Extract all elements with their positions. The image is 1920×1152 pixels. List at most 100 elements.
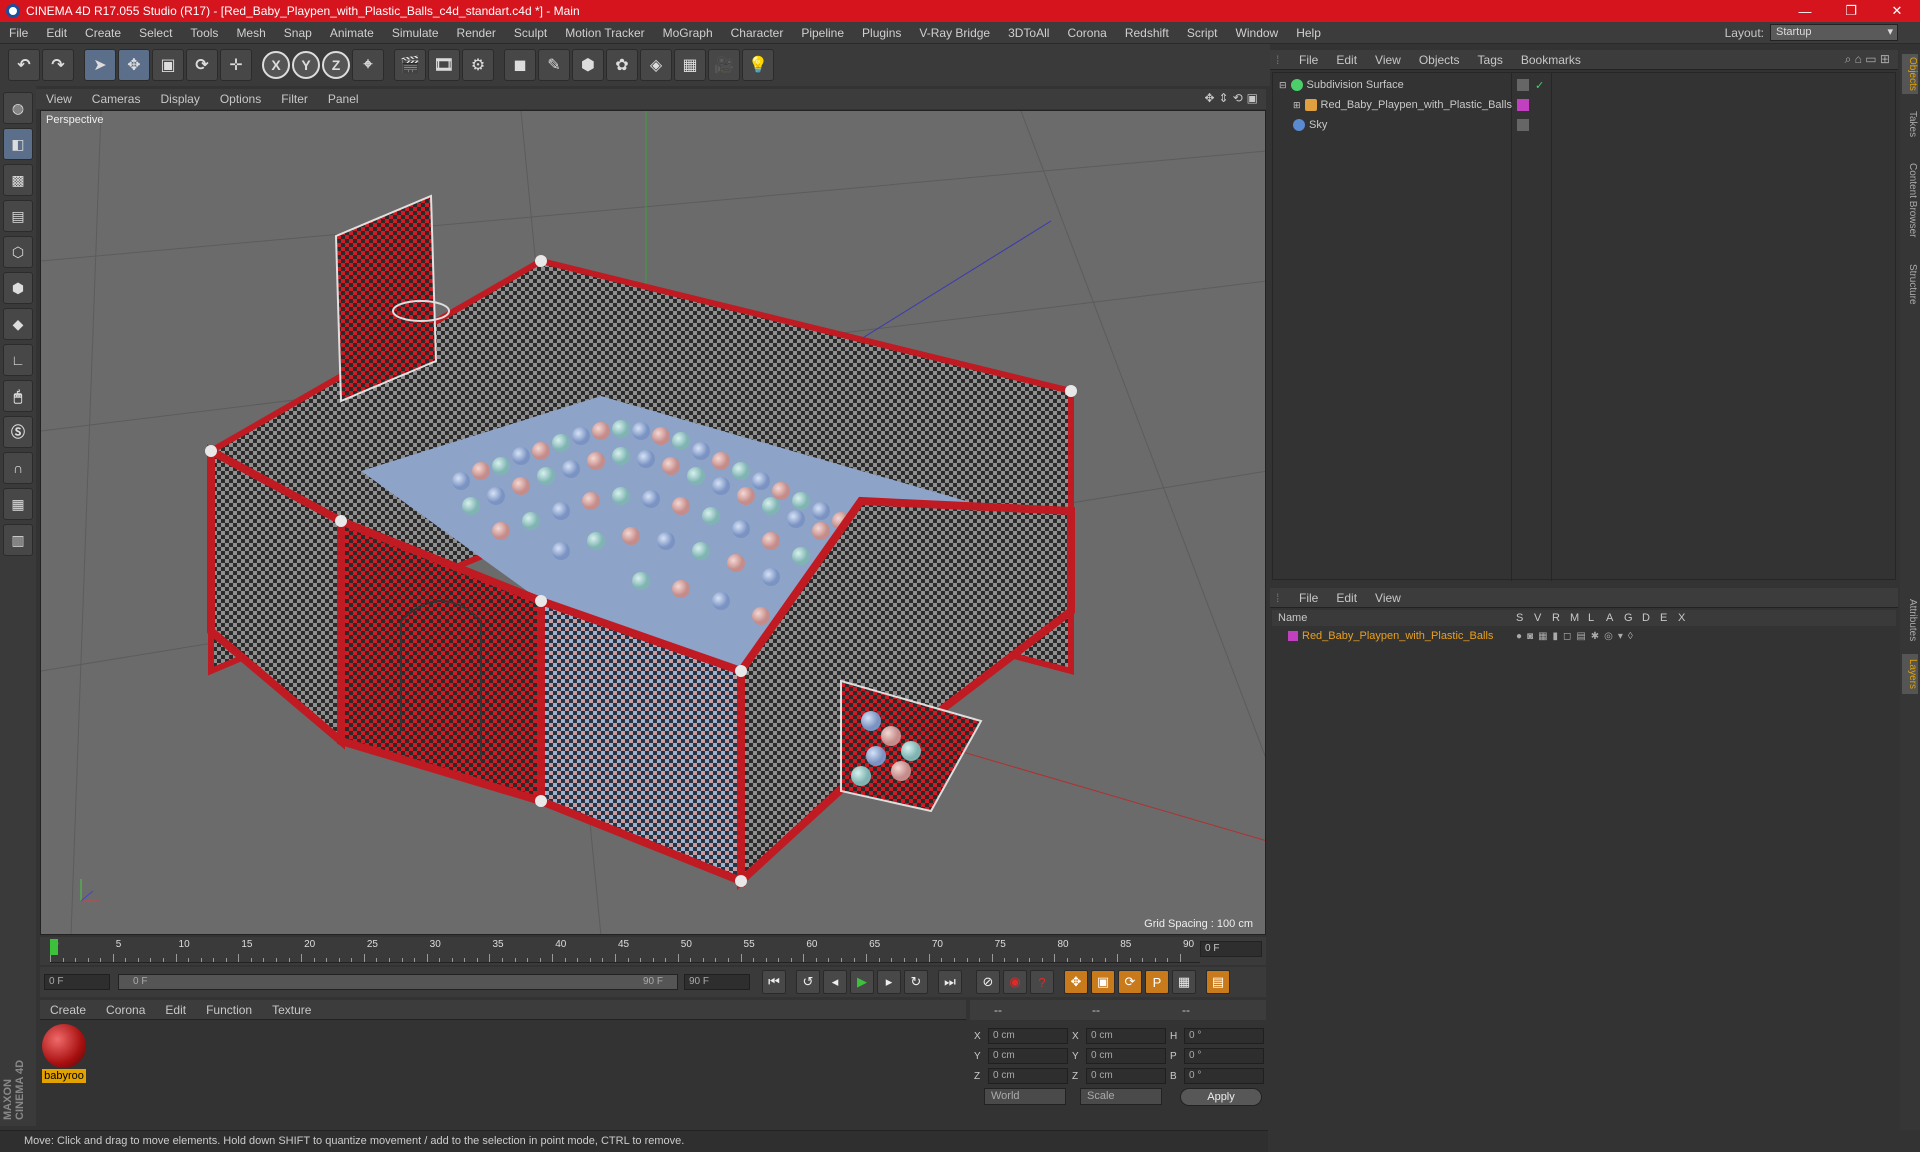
z-axis-lock-icon[interactable]: Z [322, 51, 350, 79]
next-frame-icon[interactable]: ▸ [877, 970, 901, 994]
expand-icon[interactable]: ⊞ [1293, 100, 1301, 111]
tab-structure[interactable]: Structure [1902, 254, 1918, 314]
layer-col-animation[interactable]: A [1606, 612, 1624, 624]
objects-menu-edit[interactable]: Edit [1327, 53, 1366, 67]
coord-mode-scale-dropdown[interactable]: Scale [1080, 1088, 1162, 1105]
menu-render[interactable]: Render [448, 26, 505, 40]
layer-color-swatch[interactable] [1288, 631, 1298, 641]
position-x-field[interactable]: 0 cm [988, 1028, 1068, 1044]
menu-corona[interactable]: Corona [1058, 26, 1115, 40]
collapse-icon[interactable]: ⊟ [1279, 80, 1287, 91]
layers-menu-edit[interactable]: Edit [1327, 591, 1366, 605]
play-icon[interactable]: ▶ [850, 970, 874, 994]
size-x-field[interactable]: 0 cm [1086, 1028, 1166, 1044]
3d-viewport[interactable]: Perspective Grid Spacing : 100 cm [40, 110, 1266, 935]
menu-tools[interactable]: Tools [181, 26, 227, 40]
objects-menu-file[interactable]: File [1290, 53, 1327, 67]
key-rotation-icon[interactable]: ⟳ [1118, 970, 1142, 994]
viewport-menu-filter[interactable]: Filter [271, 92, 318, 106]
menu-mograph[interactable]: MoGraph [654, 26, 722, 40]
viewport-menu-cameras[interactable]: Cameras [82, 92, 151, 106]
start-frame-field[interactable]: 0 F [44, 974, 110, 990]
objects-menu-bookmarks[interactable]: Bookmarks [1512, 53, 1590, 67]
menu-pipeline[interactable]: Pipeline [792, 26, 853, 40]
redo-icon[interactable]: ↷ [42, 49, 74, 81]
size-z-field[interactable]: 0 cm [1086, 1068, 1166, 1084]
menu-animate[interactable]: Animate [321, 26, 383, 40]
tweak-mode-icon[interactable]: 🖱 [3, 380, 33, 412]
coord-mode-world-dropdown[interactable]: World [984, 1088, 1066, 1105]
timeline[interactable]: 051015202530354045505560657075808590 0 F [40, 937, 1266, 965]
material-babyroo[interactable]: babyroo [42, 1024, 86, 1083]
material-menu-edit[interactable]: Edit [155, 1003, 196, 1017]
render-picture-viewer-icon[interactable]: 🎞 [428, 49, 460, 81]
workplane-mode-icon[interactable]: ▤ [3, 200, 33, 232]
layer-col-deformers[interactable]: D [1642, 612, 1660, 624]
menu-help[interactable]: Help [1287, 26, 1330, 40]
menu-edit[interactable]: Edit [37, 26, 76, 40]
menu-3dtoall[interactable]: 3DToAll [999, 26, 1058, 40]
tab-content-browser[interactable]: Content Browser [1902, 150, 1918, 250]
menu-redshift[interactable]: Redshift [1116, 26, 1178, 40]
axis-mode-icon[interactable]: ∟ [3, 344, 33, 376]
rotation-b-field[interactable]: 0 ° [1184, 1068, 1264, 1084]
viewport-menu-options[interactable]: Options [210, 92, 271, 106]
menu-file[interactable]: File [0, 26, 37, 40]
texture-mode-icon[interactable]: ▩ [3, 164, 33, 196]
position-z-field[interactable]: 0 cm [988, 1068, 1068, 1084]
viewport-scene[interactable] [41, 111, 1266, 935]
menu-create[interactable]: Create [76, 26, 130, 40]
objects-menu-tags[interactable]: Tags [1469, 53, 1512, 67]
material-menu-texture[interactable]: Texture [262, 1003, 321, 1017]
x-axis-lock-icon[interactable]: X [262, 51, 290, 79]
layout-dropdown[interactable]: Startup [1770, 24, 1898, 41]
coordinate-system-icon[interactable]: ⌖ [352, 49, 384, 81]
layer-col-locked[interactable]: L [1588, 612, 1606, 624]
layer-col-name[interactable]: Name [1278, 612, 1516, 624]
close-button[interactable]: ✕ [1874, 0, 1920, 22]
layer-col-manager[interactable]: M [1570, 612, 1588, 624]
position-y-field[interactable]: 0 cm [988, 1048, 1068, 1064]
object-row[interactable]: ⊟ Subdivision Surface ✓ [1273, 75, 1897, 95]
subdivision-nurbs-icon[interactable]: ⬢ [572, 49, 604, 81]
enabled-check-icon[interactable]: ✓ [1535, 79, 1544, 92]
spline-pen-icon[interactable]: ✎ [538, 49, 570, 81]
tab-objects[interactable]: Objects [1902, 54, 1918, 94]
layers-menu-view[interactable]: View [1366, 591, 1410, 605]
tab-layers[interactable]: Layers [1902, 654, 1918, 694]
render-settings-icon[interactable]: ⚙ [462, 49, 494, 81]
viewport-menu-display[interactable]: Display [150, 92, 209, 106]
menu-select[interactable]: Select [130, 26, 181, 40]
viewport-menu-view[interactable]: View [36, 92, 82, 106]
objects-search-icon[interactable]: ⌕ ⌂ ▭ ⊞ [1845, 52, 1890, 67]
select-arrow-icon[interactable]: ➤ [84, 49, 116, 81]
current-frame-field[interactable]: 0 F [1200, 941, 1262, 957]
light-icon[interactable]: 💡 [742, 49, 774, 81]
layer-col-xref[interactable]: X [1678, 612, 1696, 624]
key-scale-icon[interactable]: ▣ [1091, 970, 1115, 994]
material-menu-function[interactable]: Function [196, 1003, 262, 1017]
rotate-tool-icon[interactable]: ⟳ [186, 49, 218, 81]
menu-plugins[interactable]: Plugins [853, 26, 910, 40]
playhead-marker[interactable] [50, 939, 58, 955]
render-view-icon[interactable]: 🎬 [394, 49, 426, 81]
object-row[interactable]: ⊞ Red_Baby_Playpen_with_Plastic_Balls [1273, 95, 1897, 115]
workplane-lock-icon[interactable]: ▦ [3, 488, 33, 520]
object-row[interactable]: Sky [1273, 115, 1897, 135]
menu-character[interactable]: Character [722, 26, 793, 40]
tab-attributes[interactable]: Attributes [1902, 590, 1918, 650]
maximize-view-icon[interactable]: ▣ [1247, 91, 1258, 105]
previous-keyframe-icon[interactable]: ↺ [796, 970, 820, 994]
menu-script[interactable]: Script [1178, 26, 1227, 40]
deformer-icon[interactable]: ◈ [640, 49, 672, 81]
menu-mesh[interactable]: Mesh [227, 26, 274, 40]
go-to-end-icon[interactable]: ⏭ [938, 970, 962, 994]
layer-col-visible[interactable]: V [1534, 612, 1552, 624]
layers-menu-file[interactable]: File [1290, 591, 1327, 605]
edges-mode-icon[interactable]: ⬢ [3, 272, 33, 304]
layer-toggle-icons[interactable]: ●◙▦▮◻▤✱◎▾◊ [1516, 631, 1638, 642]
frame-range-slider[interactable]: 0 F 90 F [118, 974, 678, 990]
planar-workplane-icon[interactable]: ▥ [3, 524, 33, 556]
menu-simulate[interactable]: Simulate [383, 26, 448, 40]
menu-snap[interactable]: Snap [275, 26, 321, 40]
